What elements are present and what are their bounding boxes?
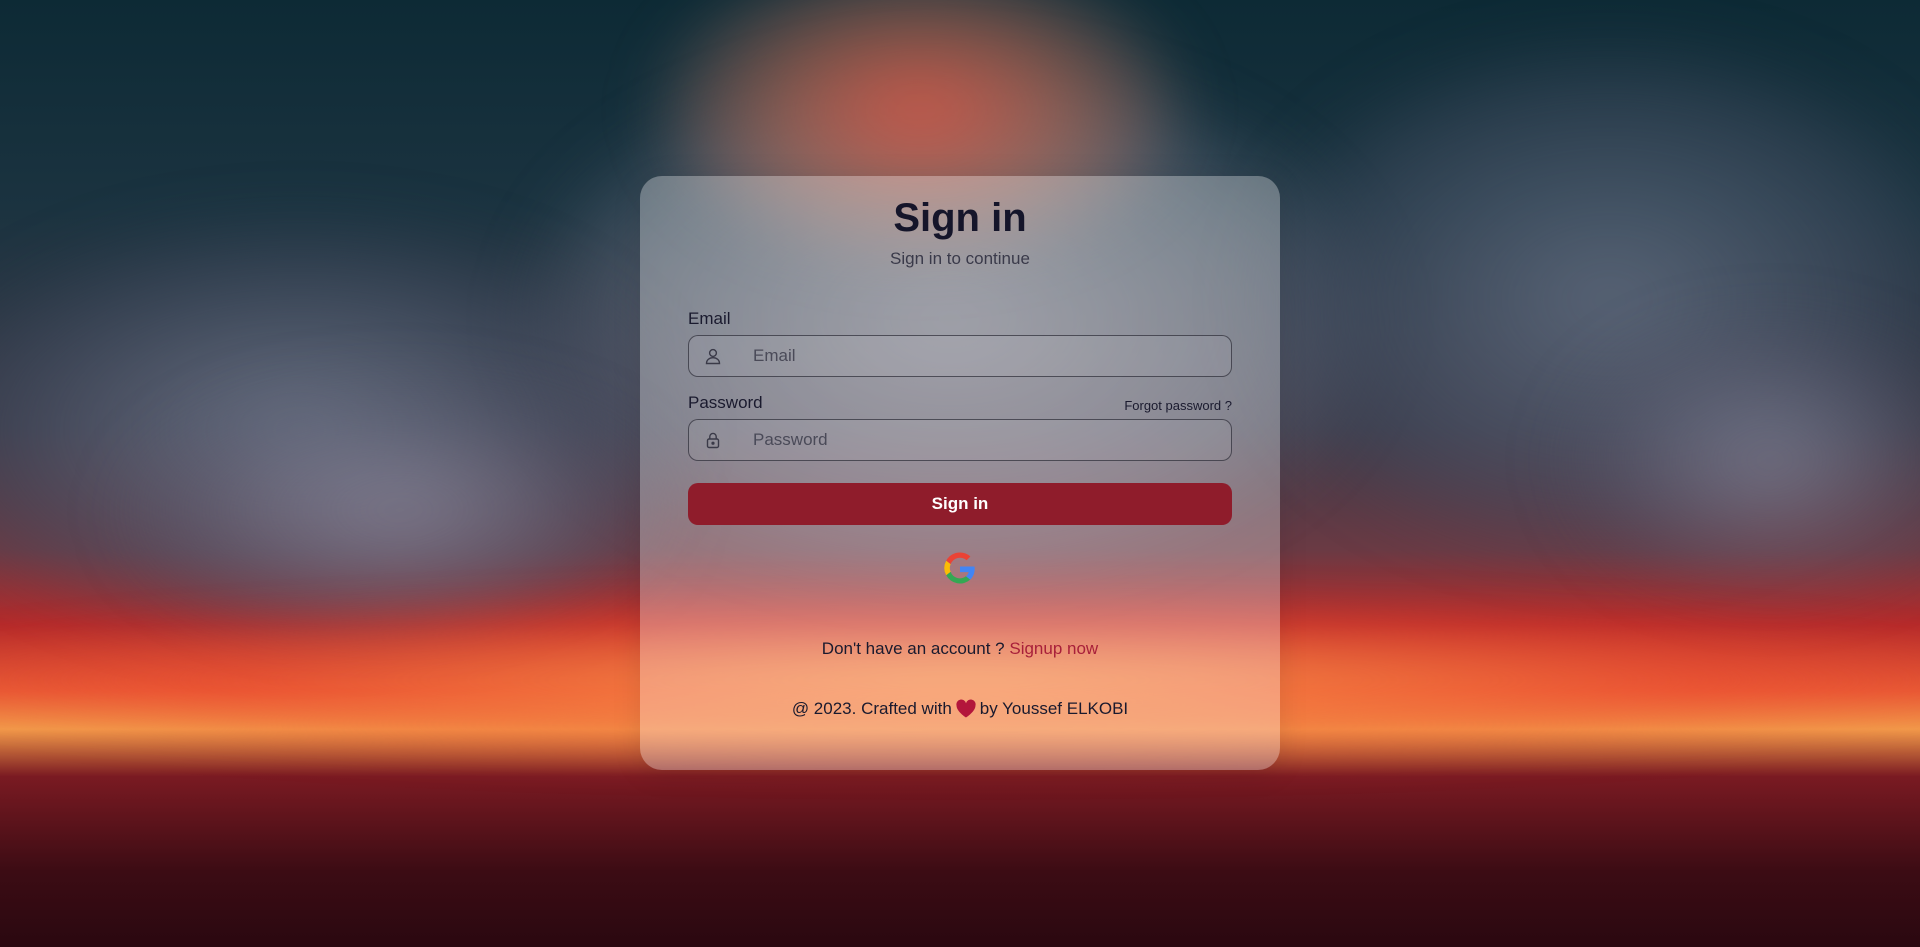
lock-icon [703, 430, 723, 450]
forgot-password-link[interactable]: Forgot password ? [1124, 398, 1232, 413]
page-subtitle: Sign in to continue [890, 249, 1030, 268]
email-field-wrapper[interactable] [688, 335, 1232, 377]
user-icon [703, 346, 723, 366]
heart-icon [955, 699, 977, 719]
password-label-row: Password Forgot password ? [688, 393, 1232, 413]
sign-in-button[interactable]: Sign in [688, 483, 1232, 525]
password-field-wrapper[interactable] [688, 419, 1232, 461]
signin-card: Sign in Sign in to continue Email Passwo… [640, 176, 1280, 770]
password-input[interactable] [723, 419, 1231, 461]
signup-link[interactable]: Signup now [1009, 639, 1098, 658]
footer-credit: @ 2023. Crafted with by Youssef ELKOBI [688, 699, 1232, 719]
signup-prompt-line: Don't have an account ? Signup now [688, 639, 1232, 659]
footer-prefix: @ 2023. Crafted with [791, 699, 952, 718]
email-label-row: Email [688, 309, 1232, 329]
password-label: Password [688, 393, 763, 412]
page-title: Sign in [893, 196, 1027, 240]
footer-suffix: by Youssef ELKOBI [979, 699, 1129, 718]
email-label: Email [688, 309, 731, 328]
background-cloud [120, 380, 680, 640]
email-input[interactable] [723, 335, 1231, 377]
google-icon[interactable] [939, 547, 981, 589]
signup-prompt: Don't have an account ? [821, 639, 1005, 658]
